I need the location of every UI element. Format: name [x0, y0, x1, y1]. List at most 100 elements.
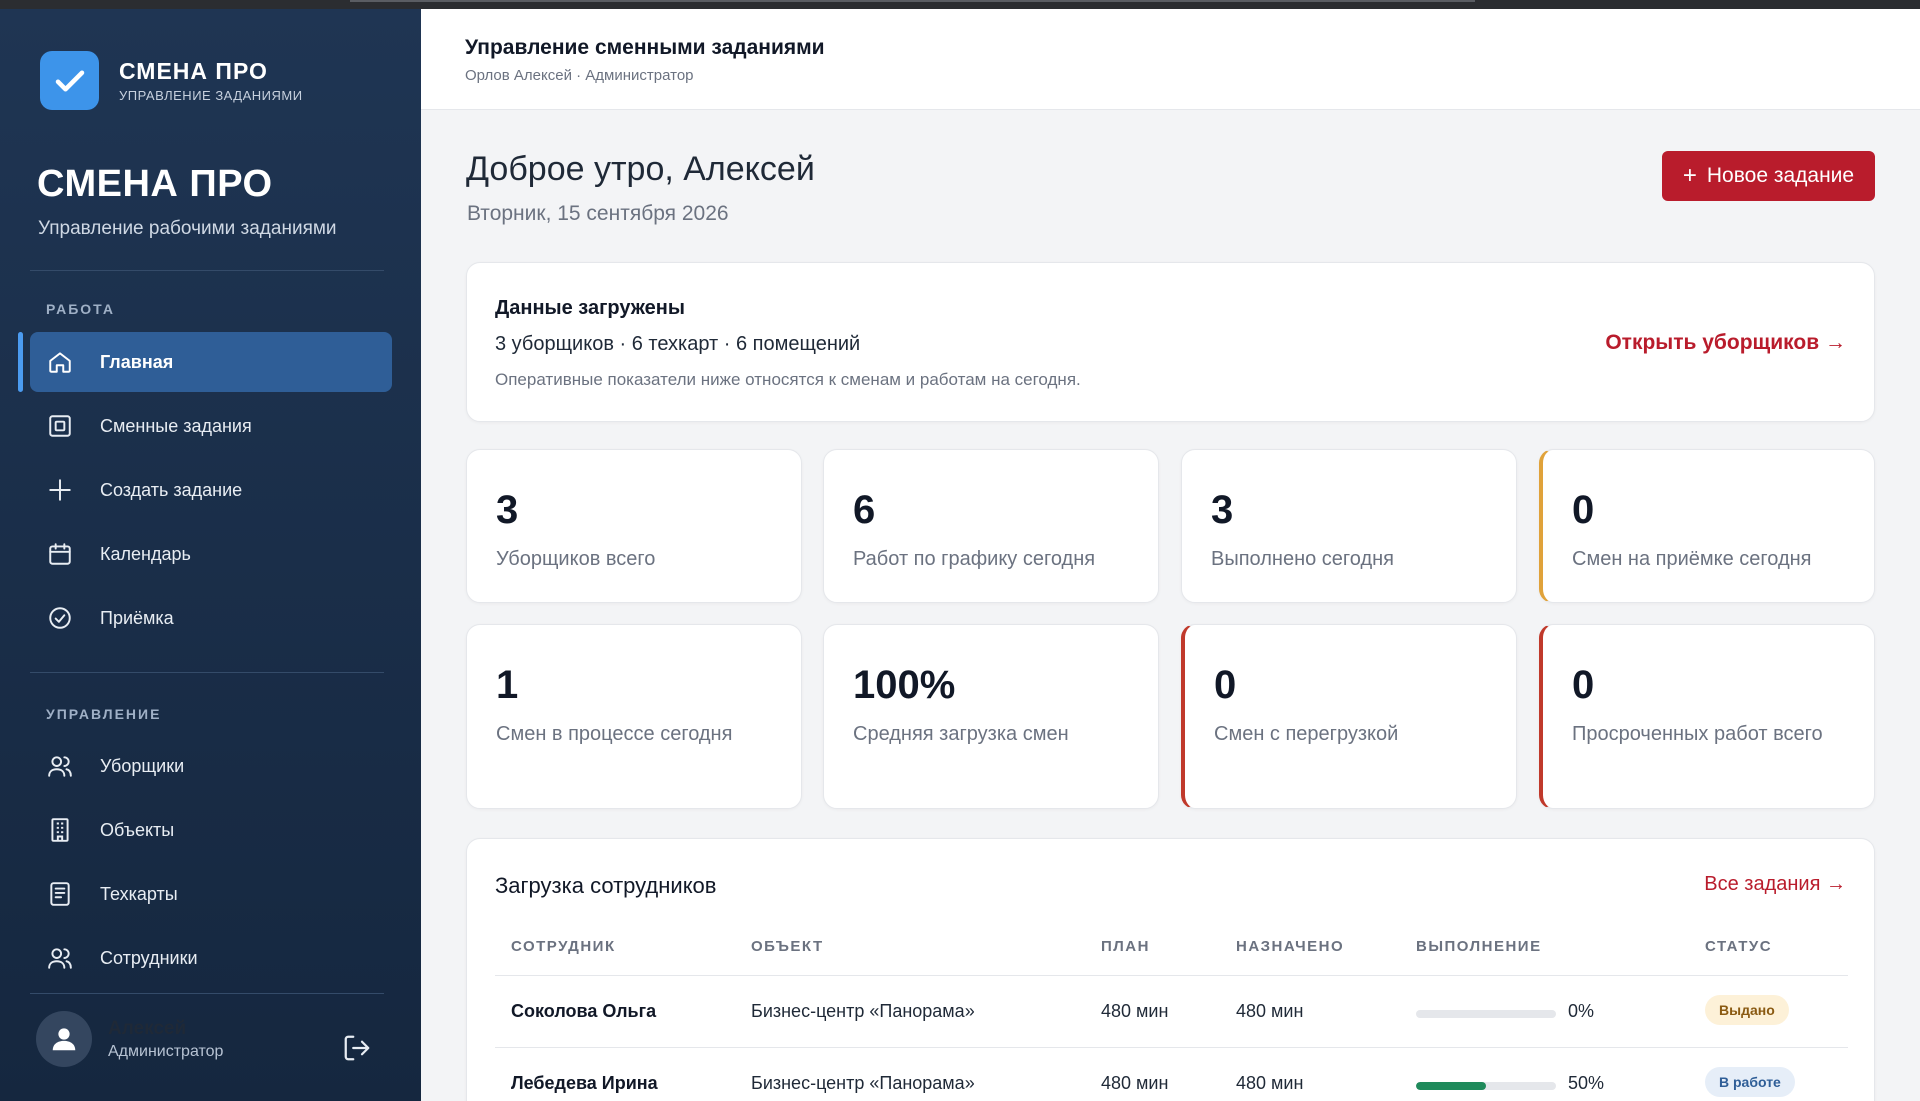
users-icon — [46, 944, 74, 972]
divider — [30, 270, 384, 271]
sidebar-app-subtitle: Управление рабочими заданиями — [38, 218, 337, 239]
brand[interactable]: СМЕНА ПРО УПРАВЛЕНИЕ ЗАДАНИЯМИ — [40, 51, 303, 110]
column-header[interactable]: ПЛАН — [1101, 938, 1150, 955]
stat-card-scheduled[interactable]: 6 Работ по графику сегодня — [823, 449, 1159, 603]
all-tasks-link[interactable]: Все задания → — [1704, 873, 1846, 896]
plus-icon — [46, 476, 74, 504]
user-name: Алексей — [108, 1017, 187, 1039]
column-header[interactable]: СТАТУС — [1705, 938, 1772, 955]
stat-label: Средняя загрузка смен — [853, 723, 1069, 745]
new-task-label: Новое задание — [1706, 164, 1855, 187]
loaded-note: Оперативные показатели ниже относятся к … — [495, 370, 1081, 389]
user-profile[interactable]: Алексей Администратор — [36, 1010, 376, 1068]
sidebar-item-label: Уборщики — [100, 755, 185, 776]
data-loaded-card: Данные загружены 3 уборщиков · 6 техкарт… — [466, 262, 1875, 422]
stat-value: 3 — [496, 488, 519, 532]
window-top-strip — [0, 0, 1920, 9]
column-header[interactable]: ВЫПОЛНЕНИЕ — [1416, 938, 1542, 955]
stat-label: Смен в процессе сегодня — [496, 723, 733, 745]
progress-label: 0% — [1568, 1001, 1595, 1021]
sidebar-item-calendar[interactable]: Календарь — [30, 524, 392, 584]
progress-fill — [1416, 1082, 1486, 1090]
home-icon — [46, 348, 74, 376]
sidebar-item-label: Техкарты — [100, 883, 178, 904]
plan-value: 480 мин — [1101, 1073, 1169, 1093]
users-icon — [46, 752, 74, 780]
assigned-value: 480 мин — [1236, 1001, 1304, 1021]
object-name: Бизнес-центр «Панорама» — [751, 1073, 975, 1093]
sidebar-item-home[interactable]: Главная — [18, 332, 392, 392]
divider — [495, 1047, 1848, 1048]
stat-card-overdue[interactable]: 0 Просроченных работ всего — [1539, 624, 1875, 809]
employee-name: Соколова Ольга — [511, 1001, 657, 1021]
sidebar-item-label: Объекты — [100, 819, 175, 840]
brand-title: СМЕНА ПРО — [119, 58, 268, 84]
stat-value: 0 — [1572, 663, 1595, 707]
stat-card-acceptance[interactable]: 0 Смен на приёмке сегодня — [1539, 449, 1875, 603]
object-name: Бизнес-центр «Панорама» — [751, 1001, 975, 1021]
check-circle-icon — [46, 604, 74, 632]
plan-value: 480 мин — [1101, 1001, 1169, 1021]
loaded-title: Данные загружены — [495, 297, 685, 319]
sidebar-item-label: Создать задание — [100, 479, 243, 500]
sidebar-item-shift-tasks[interactable]: Сменные задания — [30, 396, 392, 456]
checkmark-logo-icon — [40, 51, 99, 110]
stat-card-avg-load[interactable]: 100% Средняя загрузка смен — [823, 624, 1159, 809]
sidebar-item-label: Приёмка — [100, 607, 174, 628]
new-task-button[interactable]: + Новое задание — [1662, 151, 1875, 201]
stat-value: 0 — [1572, 488, 1595, 532]
stat-label: Просроченных работ всего — [1572, 723, 1823, 745]
sidebar-item-create-task[interactable]: Создать задание — [30, 460, 392, 520]
logout-icon[interactable] — [342, 1033, 372, 1063]
avatar — [36, 1011, 92, 1067]
header-title: Управление сменными заданиями — [465, 36, 825, 59]
sidebar-item-employees[interactable]: Сотрудники — [30, 928, 392, 988]
sidebar-item-label: Сотрудники — [100, 947, 198, 968]
stat-card-in-progress[interactable]: 1 Смен в процессе сегодня — [466, 624, 802, 809]
section-label-work: РАБОТА — [46, 301, 115, 317]
document-icon — [46, 880, 74, 908]
stat-label: Работ по графику сегодня — [853, 548, 1096, 570]
stat-value: 6 — [853, 488, 876, 532]
open-cleaners-link[interactable]: Открыть уборщиков → — [1605, 331, 1846, 355]
square-icon — [46, 412, 74, 440]
current-date: Вторник, 15 сентября 2026 — [467, 202, 729, 225]
divider — [30, 672, 384, 673]
stat-label: Уборщиков всего — [496, 548, 656, 570]
sidebar-item-acceptance[interactable]: Приёмка — [30, 588, 392, 648]
stat-card-cleaners[interactable]: 3 Уборщиков всего — [466, 449, 802, 603]
stat-label: Смен с перегрузкой — [1214, 723, 1399, 745]
progress-label: 50% — [1568, 1073, 1605, 1093]
column-header[interactable]: СОТРУДНИК — [511, 938, 616, 955]
loaded-stats: 3 уборщиков · 6 техкарт · 6 помещений — [495, 333, 861, 355]
column-header[interactable]: НАЗНАЧЕНО — [1236, 938, 1344, 955]
top-header: Управление сменными заданиями Орлов Алек… — [421, 9, 1920, 110]
workload-title: Загрузка сотрудников — [495, 873, 717, 898]
sidebar-item-techcards[interactable]: Техкарты — [30, 864, 392, 924]
stat-value: 0 — [1214, 663, 1237, 707]
stat-label: Смен на приёмке сегодня — [1572, 548, 1812, 570]
status-badge: Выдано — [1705, 995, 1789, 1025]
stat-value: 1 — [496, 663, 519, 707]
divider — [30, 993, 384, 994]
sidebar-item-objects[interactable]: Объекты — [30, 800, 392, 860]
sidebar-app-title: СМЕНА ПРО — [37, 163, 273, 205]
divider — [495, 975, 1848, 976]
greeting: Доброе утро, Алексей — [466, 150, 815, 188]
stat-value: 100% — [853, 663, 956, 707]
sidebar-item-label: Сменные задания — [100, 415, 252, 436]
sidebar: СМЕНА ПРО УПРАВЛЕНИЕ ЗАДАНИЯМИ СМЕНА ПРО… — [0, 9, 421, 1101]
sidebar-item-label: Главная — [100, 351, 174, 372]
sidebar-item-label: Календарь — [100, 543, 191, 564]
section-label-manage: УПРАВЛЕНИЕ — [46, 706, 162, 722]
plus-icon: + — [1682, 162, 1697, 189]
progress-bar — [1416, 1010, 1556, 1018]
user-role: Администратор — [108, 1042, 224, 1060]
sidebar-item-cleaners[interactable]: Уборщики — [30, 736, 392, 796]
employee-name: Лебедева Ирина — [511, 1073, 658, 1093]
column-header[interactable]: ОБЪЕКТ — [751, 938, 824, 955]
stat-card-completed[interactable]: 3 Выполнено сегодня — [1181, 449, 1517, 603]
stat-card-overloaded[interactable]: 0 Смен с перегрузкой — [1181, 624, 1517, 809]
brand-subtitle: УПРАВЛЕНИЕ ЗАДАНИЯМИ — [119, 88, 303, 103]
header-subtitle: Орлов Алексей · Администратор — [465, 67, 694, 84]
